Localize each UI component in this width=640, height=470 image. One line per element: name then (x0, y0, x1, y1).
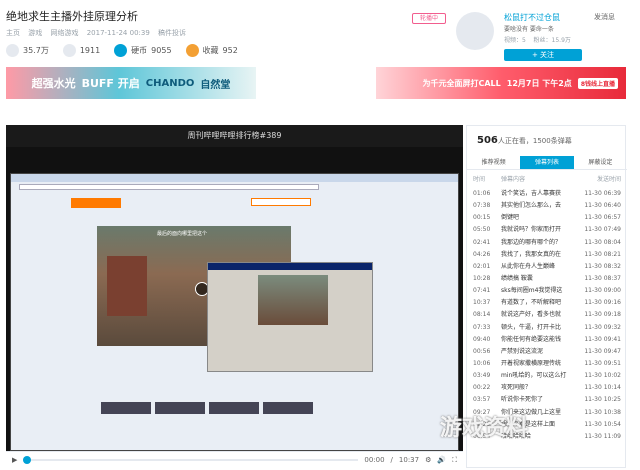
video-screen[interactable]: 最后的面向哪里把这个 (10, 173, 459, 451)
list-item[interactable]: 10:28 绩绩搞 鞍囊 11-30 08:37 (467, 273, 627, 285)
live-badge[interactable]: 轮播中 (412, 13, 446, 24)
list-item[interactable]: 05:50 我就说吗？你家而打开 11-30 07:49 (467, 224, 627, 236)
fullscreen-icon[interactable]: ⛶ (452, 456, 457, 465)
upload-date: 2017-11-24 00:39 (86, 29, 150, 37)
danmaku-stat: 1911 (62, 44, 100, 57)
play-count-icon (6, 44, 19, 57)
list-item[interactable]: 07:41 sks每间圈m4我觉得这 11-30 09:00 (467, 285, 627, 297)
list-item[interactable]: 10:06 开着视家撒横原理传统 11-30 09:51 (467, 358, 627, 370)
tab-block-settings[interactable]: 屏蔽设定 (574, 156, 627, 169)
player-controls: ▶ 00:00 / 10:37 ⚙ 🔊 ⛶ (6, 451, 463, 468)
watermark-logo: 游戏资料 (440, 416, 529, 441)
list-item[interactable]: 09:40 你能任何有绝要这能钱 11-30 09:41 (467, 334, 627, 346)
danmaku-table-header: 时间 弹幕内容 发送时间 (473, 176, 621, 183)
coin-stat[interactable]: 硬币 9055 (114, 44, 172, 57)
list-item[interactable]: 02:41 我那边的哪有哪个的？ 11-30 08:04 (467, 237, 627, 249)
cheat-tool-window (207, 262, 373, 372)
site-logo (71, 198, 121, 208)
breadcrumb-game[interactable]: 游戏 (28, 29, 42, 37)
related-thumbs (101, 402, 313, 414)
list-item[interactable]: 00:15 倒键吧 11-30 06:57 (467, 212, 627, 224)
ad-banner-left[interactable]: 超强水光 BUFF 开启 CHANDO 自然堂 (6, 67, 256, 99)
list-item[interactable]: 07:33 顿头，牛逼，打开卡比 11-30 09:32 (467, 322, 627, 334)
time-total: 10:37 (398, 456, 420, 464)
uploader-stats: 视频：5 粉丝：15.9万 (504, 37, 571, 44)
send-message-button[interactable]: 发消息 (594, 12, 615, 22)
tab-danmaku-list[interactable]: 弹幕列表 (520, 156, 574, 169)
list-item[interactable]: 07:38 其实他们怎么那么，去 11-30 06:40 (467, 200, 627, 212)
danmaku-text: 最后的面向哪里把这个 (157, 231, 208, 237)
thumb (101, 402, 151, 414)
thumb (263, 402, 313, 414)
star-icon (185, 44, 199, 57)
breadcrumb-online[interactable]: 网络游戏 (50, 29, 78, 37)
volume-icon[interactable]: 🔊 (437, 456, 446, 464)
progress-bar[interactable] (23, 456, 359, 464)
sidebar-tabs: 推荐视频 弹幕列表 屏蔽设定 (467, 156, 627, 170)
game-house (107, 256, 147, 316)
tool-preview (258, 275, 328, 325)
thumb (155, 402, 205, 414)
complaint-link[interactable]: 稿件投诉 (158, 29, 186, 37)
ad-banner-right[interactable]: 为千元全面屏打CALL 12月7日 下午2点 8钱线上直播 (376, 67, 626, 99)
settings-icon[interactable]: ⚙ (425, 456, 431, 464)
list-item[interactable]: 08:14 就说这产好，看多也就 11-30 09:18 (467, 309, 627, 321)
tab-recommended[interactable]: 推荐视频 (467, 156, 520, 169)
plays-stat: 35.7万 (6, 44, 49, 57)
time-current: 00:00 (364, 456, 385, 464)
favorite-stat[interactable]: 收藏 952 (185, 44, 238, 57)
coin-icon (114, 44, 128, 57)
viewer-count: 506人正在看，1500条弹幕 (477, 135, 572, 146)
breadcrumb-home[interactable]: 主页 (6, 29, 20, 37)
danmaku-icon (62, 44, 76, 57)
player-title-bar: 周刊哔哩哔哩排行榜#389 (6, 125, 463, 147)
list-item[interactable]: 00:22 攻死同般？ 11-30 10:14 (467, 382, 627, 394)
uploader-avatar[interactable] (456, 12, 494, 50)
video-stats: 35.7万 1911 硬币 9055 收藏 952 (6, 44, 238, 57)
list-item[interactable]: 10:37 有道数了，不听解释吧 11-30 09:16 (467, 297, 627, 309)
list-item[interactable]: 00:56 严禁别说这流泥 11-30 09:47 (467, 346, 627, 358)
browser-address-bar (19, 184, 319, 190)
video-title: 绝地求生主播外挂原理分析 (6, 10, 138, 23)
site-search-box (251, 198, 311, 206)
list-item[interactable]: 04:26 我找了，我那女真的在 11-30 08:21 (467, 249, 627, 261)
list-item[interactable]: 02:01 从此你在舟人生巅峰 11-30 08:32 (467, 261, 627, 273)
tool-titlebar (208, 263, 372, 270)
follow-button[interactable]: + 关注 (504, 49, 582, 61)
browser-titlebar (11, 174, 458, 182)
video-meta: 主页 游戏 网络游戏 2017-11-24 00:39 稿件投诉 (6, 28, 192, 38)
list-item[interactable]: 03:57 听说你卡死你了 11-30 10:25 (467, 394, 627, 406)
list-item[interactable]: 03:49 min吼给的，可以这么打 11-30 10:02 (467, 370, 627, 382)
thumb (209, 402, 259, 414)
uploader-name[interactable]: 松鼠打不过仓鼠 (504, 12, 560, 23)
uploader-desc: 要啥没有 要命一条 (504, 26, 554, 33)
play-icon[interactable]: ▶ (12, 456, 17, 464)
video-player[interactable]: 周刊哔哩哔哩排行榜#389 最后的面向哪里把这个 ▶ 00:00 / 10:37… (6, 125, 463, 468)
danmaku-list: 01:06 说个笑话，吉人靠赛获 11-30 06:39 07:38 其实他们怎么那么，… (467, 188, 627, 443)
list-item[interactable]: 01:06 说个笑话，吉人靠赛获 11-30 06:39 (467, 188, 627, 200)
